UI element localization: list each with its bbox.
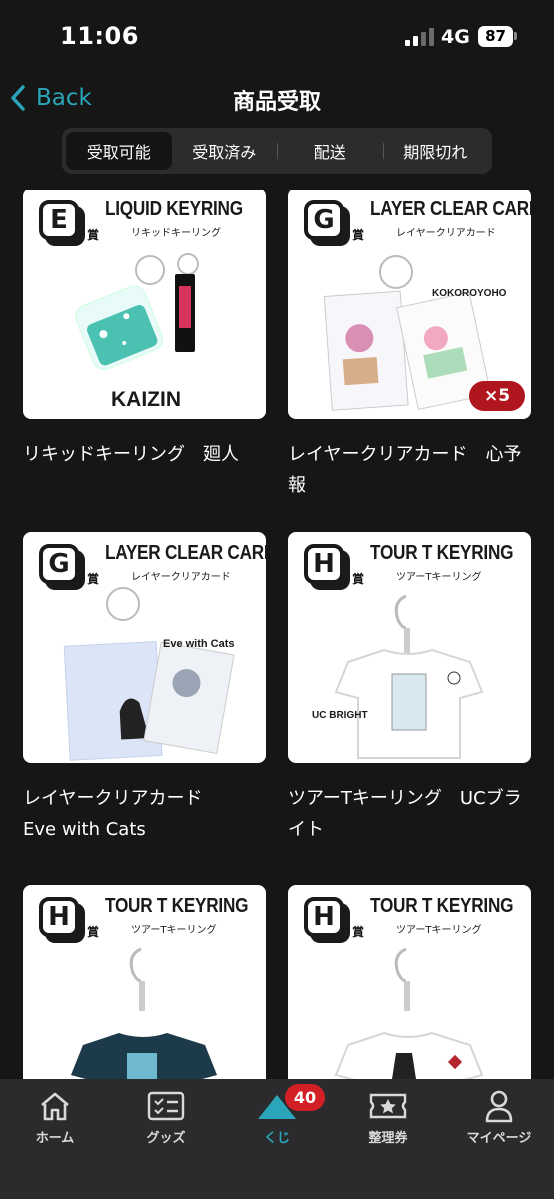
tabbar-label: くじ bbox=[263, 1131, 290, 1146]
tabbar-item-goods[interactable]: グッズ bbox=[116, 1087, 216, 1146]
tab-expired[interactable]: 期限切れ bbox=[382, 132, 489, 170]
battery-tip bbox=[514, 32, 517, 40]
product-name: レイヤークリアカード Eve with Cats bbox=[23, 788, 203, 840]
navigation-bar: Back 商品受取 bbox=[0, 70, 554, 126]
status-bar: 11:06 4G 87 bbox=[0, 0, 554, 70]
list-icon bbox=[147, 1091, 185, 1121]
tab-shipping[interactable]: 配送 bbox=[277, 132, 383, 170]
product-card[interactable]: H 賞 TOUR T KEYRING ツアーTキーリング UC BRIGHT ツ… bbox=[288, 532, 531, 845]
product-image: E 賞 LIQUID KEYRING リキッドキーリング KAIZIN bbox=[23, 190, 266, 419]
product-image: H 賞 TOUR T KEYRING ツアーTキーリング UC BRIGHT bbox=[288, 532, 531, 763]
product-name: レイヤークリアカード 心予報 bbox=[288, 444, 522, 496]
product-caption: Eve with Cats bbox=[163, 638, 235, 650]
notification-badge: 40 bbox=[285, 1084, 325, 1111]
ticket-icon bbox=[369, 1093, 407, 1119]
page-title: 商品受取 bbox=[232, 90, 321, 115]
product-grid: E 賞 LIQUID KEYRING リキッドキーリング KAIZIN リキッド… bbox=[0, 190, 554, 1079]
tshirt-keyring-illustration bbox=[71, 947, 217, 1079]
battery-icon: 87 bbox=[478, 26, 513, 47]
product-card[interactable]: E 賞 LIQUID KEYRING リキッドキーリング KAIZIN リキッド… bbox=[23, 190, 266, 470]
segmented-tabs: 受取可能 受取済み 配送 期限切れ bbox=[62, 128, 492, 174]
product-image: G 賞 LAYER CLEAR CARD レイヤークリアカード KOKOROYO… bbox=[288, 190, 531, 419]
product-caption: KAIZIN bbox=[111, 388, 181, 411]
tabbar-label: 整理券 bbox=[368, 1131, 408, 1146]
tshirt-keyring-illustration bbox=[334, 947, 484, 1079]
product-image: G 賞 LAYER CLEAR CARD レイヤークリアカード Eve with… bbox=[23, 532, 266, 763]
product-caption: KOKOROYOHO bbox=[432, 288, 507, 299]
product-image: H 賞 TOUR T KEYRING ツアーTキーリング bbox=[288, 885, 531, 1079]
tabbar-item-ticket[interactable]: 整理券 bbox=[338, 1087, 438, 1146]
liquid-keyring-illustration bbox=[75, 253, 199, 371]
tabbar-item-mypage[interactable]: マイページ bbox=[449, 1087, 549, 1146]
tabbar-label: ホーム bbox=[35, 1131, 75, 1146]
product-card[interactable]: H 賞 TOUR T KEYRING ツアーTキーリング bbox=[23, 885, 266, 1079]
tabbar-item-home[interactable]: ホーム bbox=[5, 1087, 105, 1146]
status-time: 11:06 bbox=[60, 22, 139, 50]
product-caption: UC BRIGHT bbox=[312, 710, 368, 721]
product-card[interactable]: G 賞 LAYER CLEAR CARD レイヤークリアカード Eve with… bbox=[23, 532, 266, 845]
product-card[interactable]: G 賞 LAYER CLEAR CARD レイヤークリアカード KOKOROYO… bbox=[288, 190, 531, 501]
tab-receivable[interactable]: 受取可能 bbox=[66, 132, 172, 170]
bottom-tab-bar: ホーム グッズ くじ 整理券 マイページ bbox=[0, 1079, 554, 1199]
tabbar-label: グッズ bbox=[146, 1131, 186, 1146]
tab-received[interactable]: 受取済み bbox=[172, 132, 278, 170]
product-image: H 賞 TOUR T KEYRING ツアーTキーリング bbox=[23, 885, 266, 1079]
tshirt-keyring-illustration bbox=[334, 594, 484, 759]
tabbar-label: マイページ bbox=[466, 1131, 532, 1146]
person-icon bbox=[485, 1090, 513, 1123]
quantity-badge: ×5 bbox=[469, 381, 525, 411]
signal-icon bbox=[405, 28, 435, 46]
home-icon bbox=[41, 1092, 69, 1121]
product-name: ツアーTキーリング UCブライト bbox=[288, 788, 522, 840]
product-name: リキッドキーリング 廻人 bbox=[23, 444, 239, 465]
product-card[interactable]: H 賞 TOUR T KEYRING ツアーTキーリング bbox=[288, 885, 531, 1079]
network-label: 4G bbox=[441, 26, 470, 48]
